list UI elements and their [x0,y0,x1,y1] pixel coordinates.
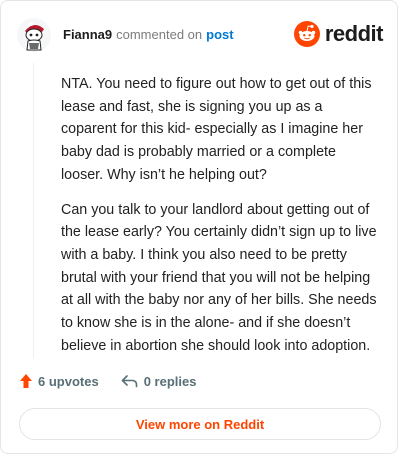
comment-paragraph: NTA. You need to figure out how to get o… [61,76,372,183]
post-link[interactable]: post [206,26,233,44]
comment-paragraph: Can you talk to your landlord about gett… [61,201,377,354]
user-avatar[interactable] [17,18,51,52]
replies-label: 0 replies [143,373,197,389]
username[interactable]: Fianna9 [63,26,112,44]
embedded-comment-card: Fianna9 commented on post reddit NTA. Yo… [0,0,398,454]
upvotes[interactable]: 6 upvotes [19,373,99,389]
comment-header: Fianna9 commented on post reddit [17,15,384,55]
reddit-brand[interactable]: reddit [293,21,384,47]
view-more-button[interactable]: View more on Reddit [19,408,381,440]
reply-arrow-icon [121,375,137,388]
comment-meta: Fianna9 commented on post [63,26,234,44]
reddit-logo-icon [293,21,320,47]
replies[interactable]: 0 replies [121,373,197,389]
action-text: commented on [116,27,203,42]
snoo-avatar-icon [17,18,51,52]
upvote-arrow-icon [20,374,32,388]
reddit-wordmark: reddit [324,21,384,46]
comment-footer: 6 upvotes 0 replies [19,373,196,389]
thread-line [33,63,34,359]
comment-body: NTA. You need to figure out how to get o… [61,73,381,369]
upvotes-label: 6 upvotes [38,373,99,389]
